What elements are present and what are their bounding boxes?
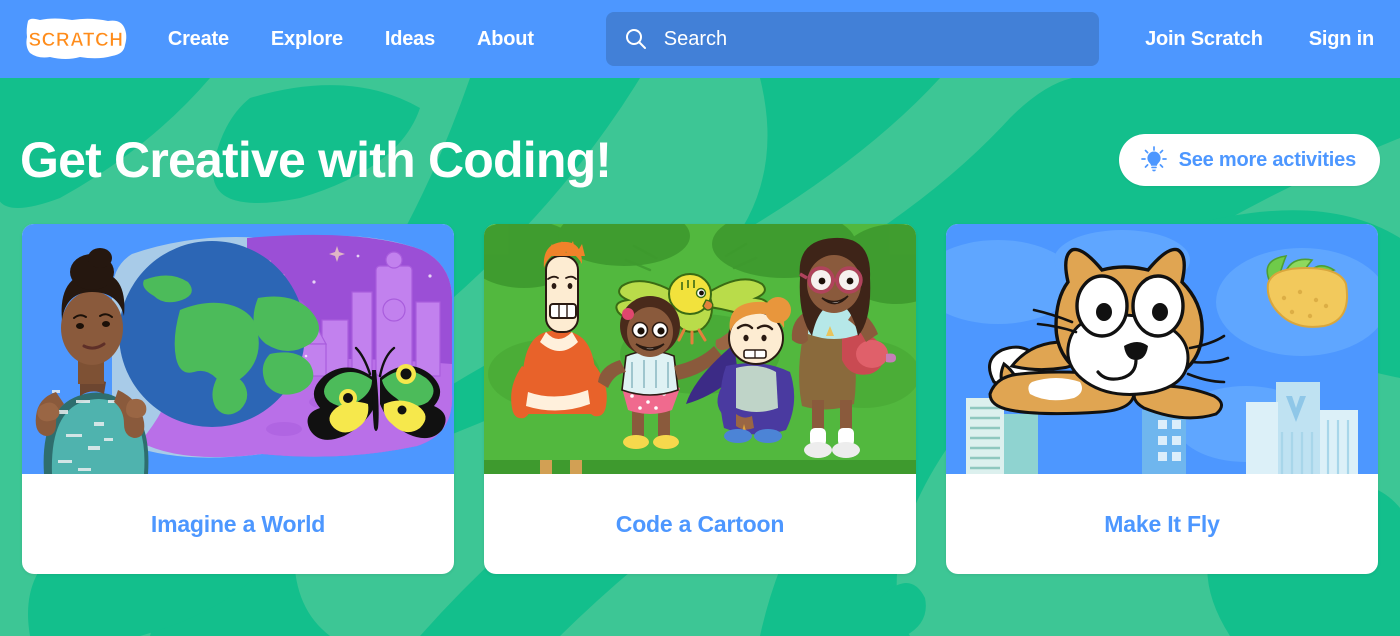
svg-text:SCRATCH: SCRATCH [29,30,124,51]
nav-link-explore[interactable]: Explore [271,28,343,51]
search-input[interactable] [663,27,1064,51]
navbar: SCRATCH Create Explore Ideas About Join … [0,0,1400,78]
code-a-cartoon-illustration [484,224,916,474]
nav-links: Create Explore Ideas About [168,28,576,51]
imagine-a-world-illustration [22,224,454,474]
search-icon [625,29,646,49]
auth-links: Join Scratch Sign in [1099,28,1374,51]
activity-card-title: Code a Cartoon [615,510,785,537]
make-it-fly-thumbnail [946,224,1378,474]
see-more-activities-label: See more activities [1178,148,1357,171]
hero-section: Get Creative with Coding! See more activ… [0,78,1400,636]
scratch-logo[interactable]: SCRATCH [20,17,132,61]
activity-card-make-it-fly[interactable]: Make It Fly [946,224,1378,574]
activity-card-code-a-cartoon[interactable]: Code a Cartoon [484,224,916,574]
nav-link-about[interactable]: About [477,28,534,51]
activity-card-title: Make It Fly [1104,510,1220,537]
imagine-a-world-thumbnail [22,224,454,474]
nav-link-ideas[interactable]: Ideas [385,28,435,51]
activity-cards: Imagine a World Code a Cartoon Make It F… [22,224,1378,574]
see-more-activities-button[interactable]: See more activities [1118,134,1380,186]
nav-link-create[interactable]: Create [168,28,229,51]
join-scratch-button[interactable]: Join Scratch [1145,28,1263,51]
code-a-cartoon-thumbnail [484,224,916,474]
activity-card-imagine-a-world[interactable]: Imagine a World [22,224,454,574]
make-it-fly-illustration [946,224,1378,474]
lightbulb-icon [1140,146,1167,172]
activity-card-title: Imagine a World [150,510,326,537]
search-bar[interactable] [605,12,1100,66]
scratch-logo-icon: SCRATCH [26,18,127,59]
hero-header: Get Creative with Coding! See more activ… [0,120,1400,200]
page-title: Get Creative with Coding! [20,132,612,188]
sign-in-button[interactable]: Sign in [1309,28,1374,51]
